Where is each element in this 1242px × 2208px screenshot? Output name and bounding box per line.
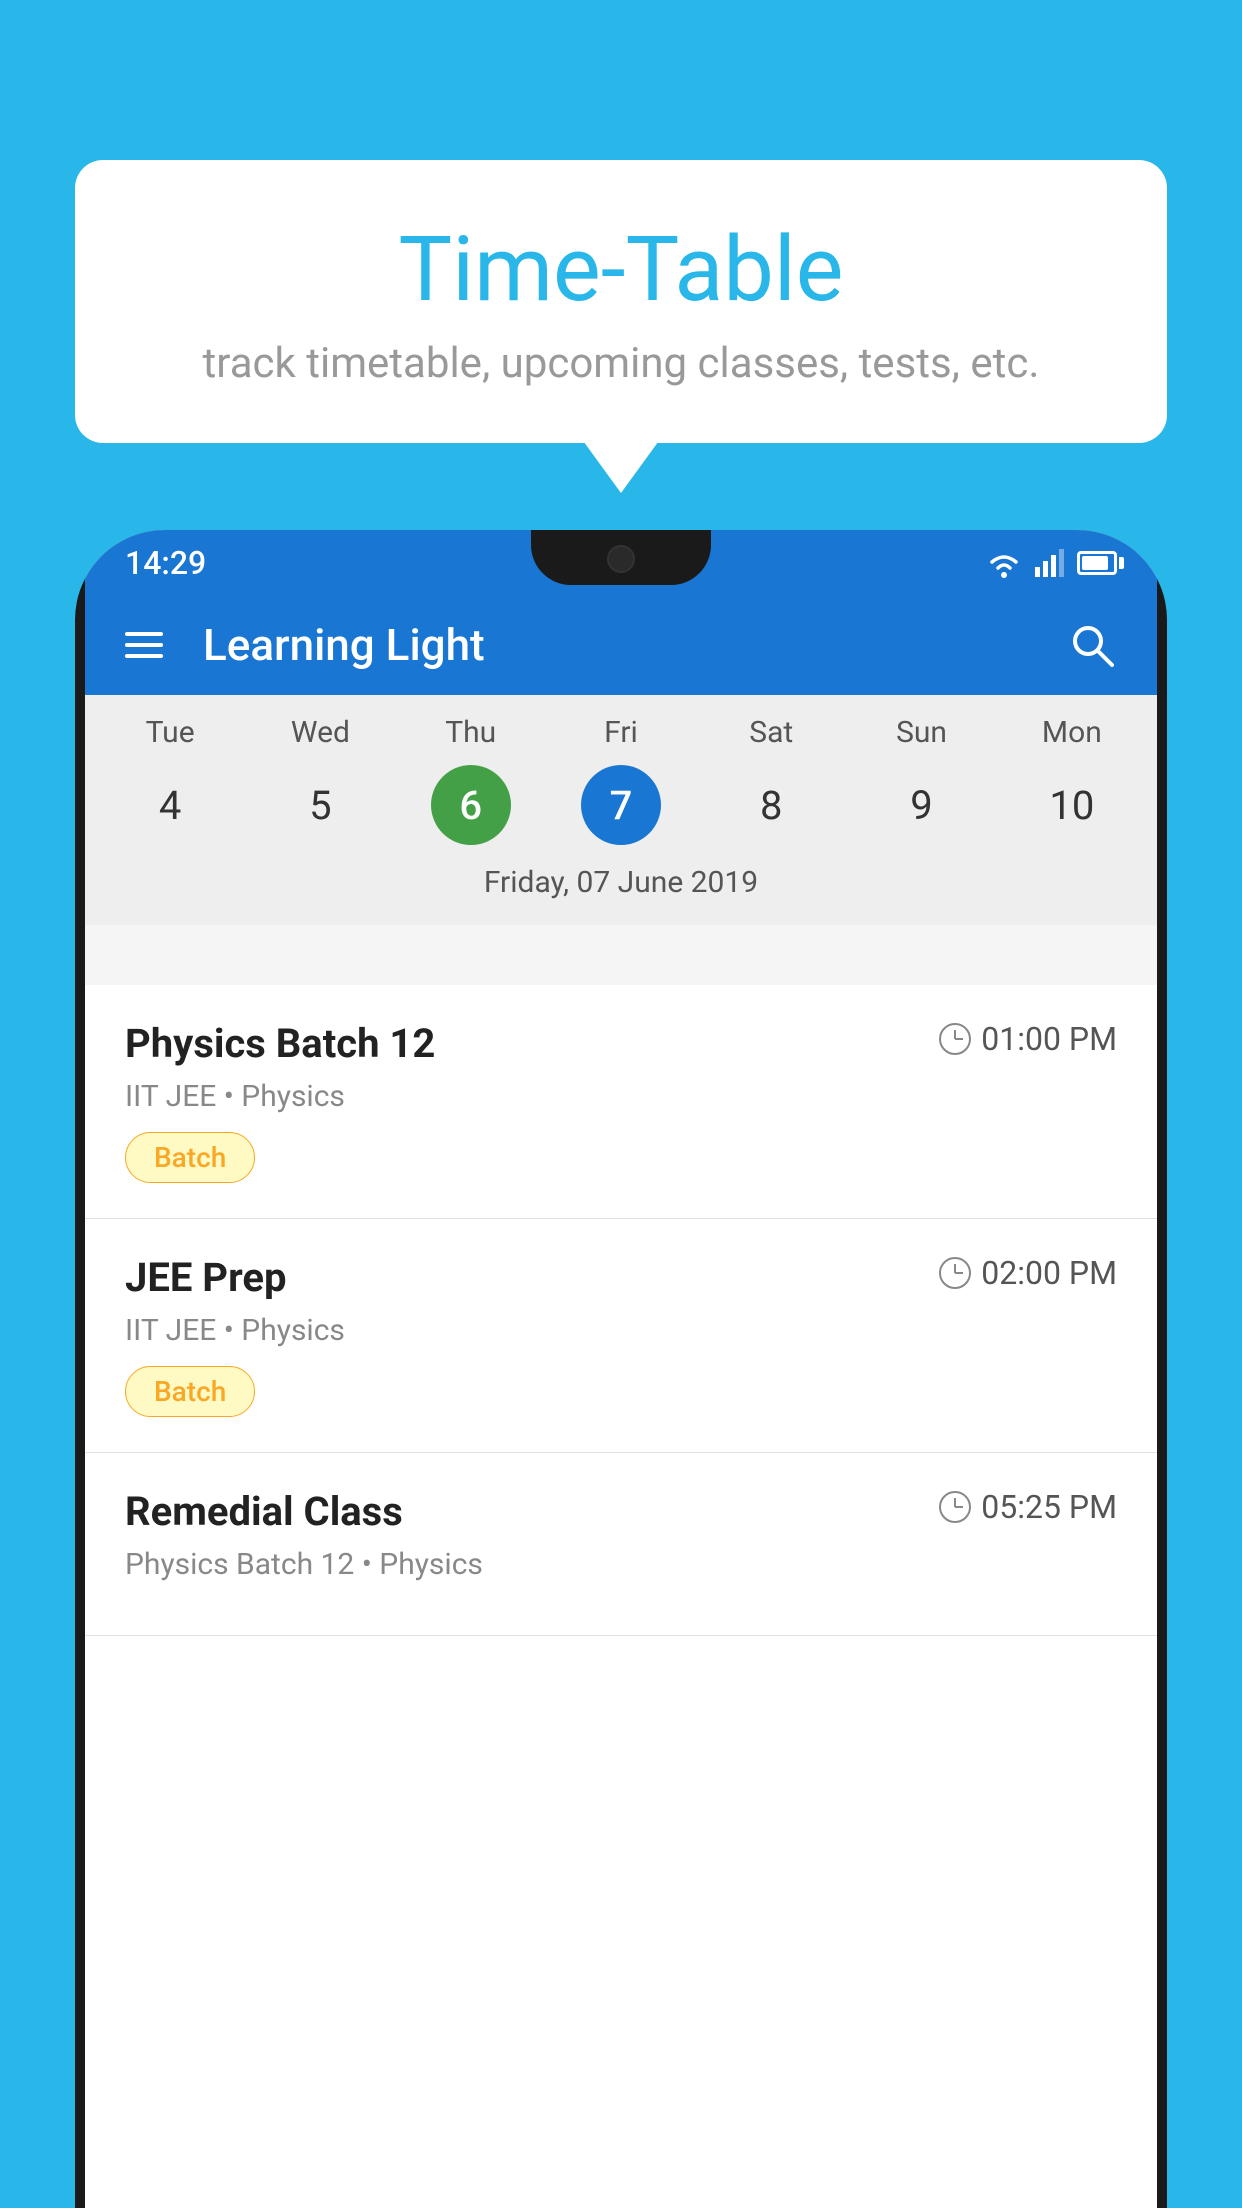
schedule-item-3-subtitle: Physics Batch 12 • Physics — [125, 1547, 1117, 1582]
schedule-item-1-time: 01:00 PM — [939, 1020, 1117, 1058]
schedule-item-1-header: Physics Batch 12 01:00 PM — [125, 1020, 1117, 1067]
menu-line-1 — [125, 632, 163, 636]
day-header-mon: Mon — [1022, 715, 1122, 750]
tooltip-card: Time-Table track timetable, upcoming cla… — [75, 160, 1167, 443]
day-8[interactable]: 8 — [731, 765, 811, 845]
day-7-selected[interactable]: 7 — [581, 765, 661, 845]
day-header-thu: Thu — [421, 715, 521, 750]
battery-fill — [1082, 556, 1108, 570]
clock-icon-2 — [939, 1257, 971, 1289]
day-6-today[interactable]: 6 — [431, 765, 511, 845]
clock-icon-1 — [939, 1023, 971, 1055]
day-header-wed: Wed — [270, 715, 370, 750]
schedule-item-3-time: 05:25 PM — [939, 1488, 1117, 1526]
signal-icon — [1035, 549, 1065, 577]
schedule-item-1-subtitle: IIT JEE • Physics — [125, 1079, 1117, 1114]
schedule-item-2-header: JEE Prep 02:00 PM — [125, 1254, 1117, 1301]
day-10[interactable]: 10 — [1032, 765, 1112, 845]
schedule-item-3[interactable]: Remedial Class 05:25 PM Physics Batch 12… — [85, 1453, 1157, 1636]
schedule-item-3-title: Remedial Class — [125, 1488, 403, 1535]
wifi-icon — [985, 548, 1023, 578]
phone-camera — [607, 545, 635, 573]
battery-icon — [1077, 551, 1117, 575]
schedule-item-1-badge: Batch — [125, 1132, 255, 1183]
day-numbers: 4 5 6 7 8 9 10 — [85, 760, 1157, 860]
schedule-item-3-time-text: 05:25 PM — [981, 1488, 1117, 1526]
schedule-item-1-title: Physics Batch 12 — [125, 1020, 435, 1067]
phone-notch — [531, 530, 711, 585]
day-header-tue: Tue — [120, 715, 220, 750]
day-header-sun: Sun — [872, 715, 972, 750]
status-time: 14:29 — [125, 544, 206, 582]
calendar-strip: Tue Wed Thu Fri Sat Sun Mon 4 5 6 7 8 9 … — [85, 695, 1157, 925]
day-4[interactable]: 4 — [130, 765, 210, 845]
schedule-item-2-time-text: 02:00 PM — [981, 1254, 1117, 1292]
app-bar: Learning Light — [85, 595, 1157, 695]
day-header-fri: Fri — [571, 715, 671, 750]
menu-icon[interactable] — [125, 632, 163, 658]
schedule-item-2-time: 02:00 PM — [939, 1254, 1117, 1292]
app-title: Learning Light — [203, 619, 1067, 671]
status-icons — [985, 548, 1117, 578]
schedule-item-1-time-text: 01:00 PM — [981, 1020, 1117, 1058]
day-header-sat: Sat — [721, 715, 821, 750]
day-9[interactable]: 9 — [882, 765, 962, 845]
day-5[interactable]: 5 — [280, 765, 360, 845]
day-headers: Tue Wed Thu Fri Sat Sun Mon — [85, 695, 1157, 760]
tooltip-subtitle: track timetable, upcoming classes, tests… — [125, 339, 1117, 388]
schedule-item-2-badge: Batch — [125, 1366, 255, 1417]
clock-icon-3 — [939, 1491, 971, 1523]
schedule-item-1[interactable]: Physics Batch 12 01:00 PM IIT JEE • Phys… — [85, 985, 1157, 1219]
schedule-item-2[interactable]: JEE Prep 02:00 PM IIT JEE • Physics Batc… — [85, 1219, 1157, 1453]
schedule-list: Physics Batch 12 01:00 PM IIT JEE • Phys… — [85, 985, 1157, 2208]
selected-date: Friday, 07 June 2019 — [85, 860, 1157, 915]
schedule-item-3-header: Remedial Class 05:25 PM — [125, 1488, 1117, 1535]
menu-line-3 — [125, 654, 163, 658]
schedule-item-2-title: JEE Prep — [125, 1254, 286, 1301]
tooltip-title: Time-Table — [125, 220, 1117, 319]
phone-frame: 14:29 — [75, 530, 1167, 2208]
schedule-item-2-subtitle: IIT JEE • Physics — [125, 1313, 1117, 1348]
phone-screen: 14:29 — [85, 530, 1157, 2208]
menu-line-2 — [125, 643, 163, 647]
search-icon[interactable] — [1067, 620, 1117, 670]
